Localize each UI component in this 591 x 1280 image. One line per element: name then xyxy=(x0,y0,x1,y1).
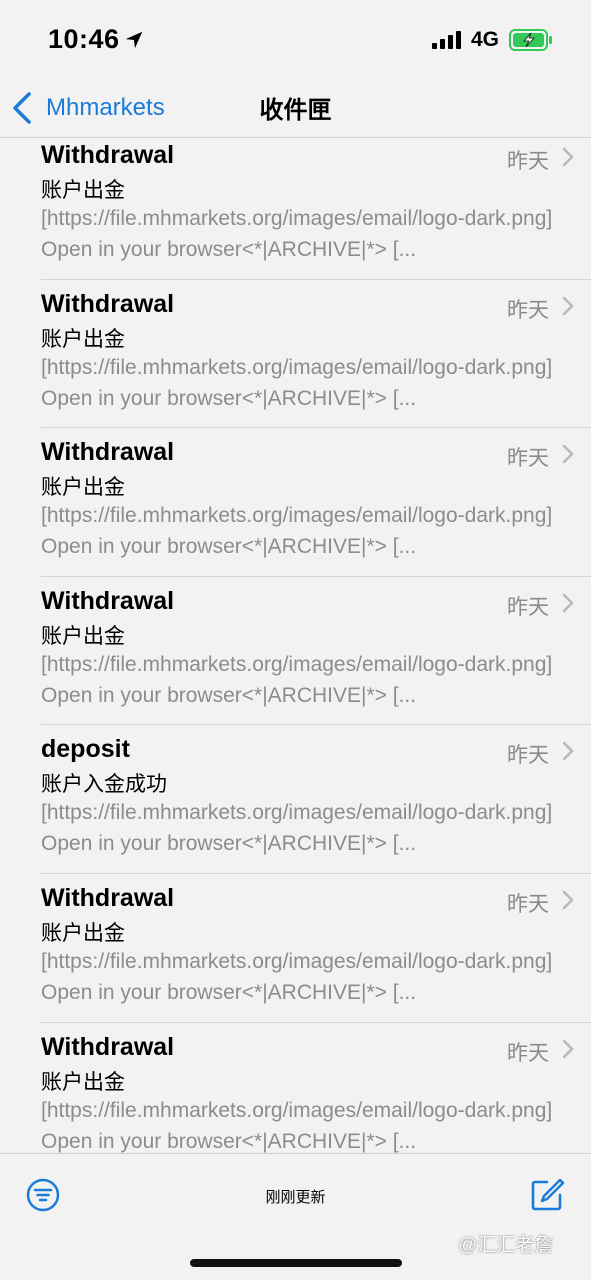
message-subject: 账户出金 xyxy=(41,1070,125,1094)
status-bar: 10:46 4G xyxy=(0,0,591,78)
message-row[interactable]: Withdrawal 昨天 账户出金 [https://file.mhmarke… xyxy=(0,280,591,429)
message-subject: 账户出金 xyxy=(41,327,125,351)
message-date: 昨天 xyxy=(507,744,549,768)
message-date: 昨天 xyxy=(507,447,549,471)
message-date: 昨天 xyxy=(507,150,549,173)
chevron-right-icon xyxy=(562,296,574,315)
message-date: 昨天 xyxy=(507,1041,549,1065)
chevron-right-icon xyxy=(562,742,574,761)
message-row[interactable]: Withdrawal 昨天 账户出金 [https://file.mhmarke… xyxy=(0,139,591,280)
navigation-bar: Mhmarkets 收件匣 xyxy=(0,78,591,138)
message-subject: 账户出金 xyxy=(41,624,125,648)
message-subject: 账户出金 xyxy=(41,476,125,500)
message-sender: Withdrawal xyxy=(41,141,175,169)
message-sender: deposit xyxy=(41,735,130,764)
message-preview: [https://file.mhmarkets.org/images/email… xyxy=(41,949,553,1004)
message-sender: Withdrawal xyxy=(41,1032,175,1061)
status-time: 10:46 xyxy=(48,24,120,54)
network-type: 4G xyxy=(471,28,500,51)
message-sender: Withdrawal xyxy=(41,586,175,615)
home-indicator xyxy=(190,1259,402,1267)
message-row[interactable]: Withdrawal 昨天 账户出金 [https://file.mhmarke… xyxy=(0,577,591,726)
chevron-right-icon xyxy=(562,890,574,910)
chevron-right-icon xyxy=(562,444,574,464)
compose-icon[interactable] xyxy=(529,1177,565,1213)
signal-icon xyxy=(432,31,461,49)
message-preview: [https://file.mhmarkets.org/images/email… xyxy=(41,207,553,261)
message-sender: Withdrawal xyxy=(41,438,175,467)
update-status: 刚刚更新 xyxy=(265,1189,326,1206)
message-date: 昨天 xyxy=(507,595,549,619)
message-subject: 账户出金 xyxy=(41,921,125,945)
message-preview: [https://file.mhmarkets.org/images/email… xyxy=(41,355,553,410)
message-subject: 账户出金 xyxy=(41,179,125,202)
chevron-right-icon xyxy=(562,1039,574,1058)
message-subject: 账户入金成功 xyxy=(41,773,167,797)
message-row[interactable]: Withdrawal 昨天 账户出金 [https://file.mhmarke… xyxy=(0,428,591,577)
watermark: @汇汇老詹 xyxy=(458,1235,554,1256)
message-row[interactable]: deposit 昨天 账户入金成功 [https://file.mhmarket… xyxy=(0,725,591,874)
message-preview: [https://file.mhmarkets.org/images/email… xyxy=(41,652,553,707)
battery-icon xyxy=(509,29,552,51)
message-date: 昨天 xyxy=(507,892,549,916)
chevron-right-icon xyxy=(562,147,574,167)
message-sender: Withdrawal xyxy=(41,289,175,318)
message-row[interactable]: Withdrawal 昨天 账户出金 [https://file.mhmarke… xyxy=(0,874,591,1023)
message-preview: [https://file.mhmarkets.org/images/email… xyxy=(41,1098,553,1153)
chevron-right-icon xyxy=(562,593,574,612)
location-arrow-icon xyxy=(125,31,143,49)
message-preview: [https://file.mhmarkets.org/images/email… xyxy=(41,504,553,559)
message-list: Withdrawal 昨天 账户出金 [https://file.mhmarke… xyxy=(0,139,591,1153)
message-preview: [https://file.mhmarkets.org/images/email… xyxy=(41,801,553,856)
message-date: 昨天 xyxy=(507,298,549,322)
message-row[interactable]: Withdrawal 昨天 账户出金 [https://file.mhmarke… xyxy=(0,1023,591,1153)
page-title: 收件匣 xyxy=(259,97,332,124)
message-sender: Withdrawal xyxy=(41,883,175,912)
